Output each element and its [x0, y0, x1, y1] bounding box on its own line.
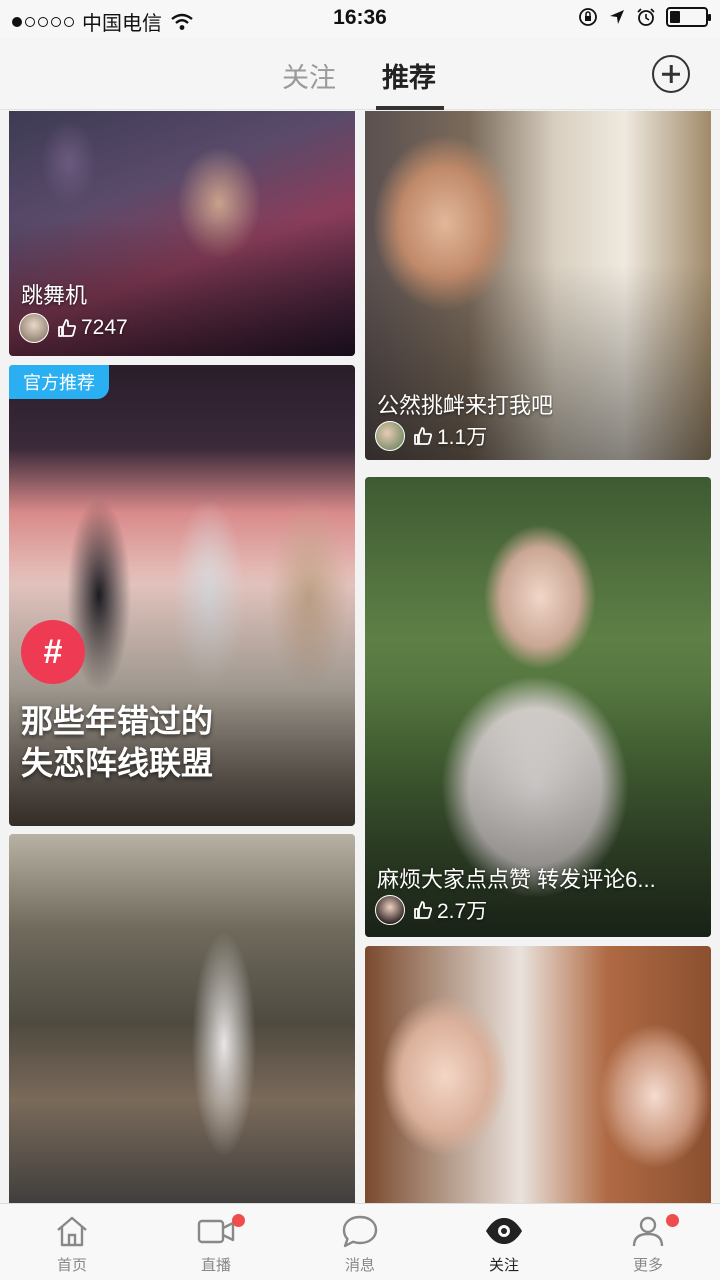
topic-title-line2: 失恋阵线联盟	[21, 745, 214, 781]
card-title: 公然挑衅来打我吧	[377, 393, 554, 418]
video-thumbnail	[9, 834, 355, 1203]
like-count: 2.7万	[413, 895, 487, 925]
topic-title-line1: 那些年错过的	[21, 703, 214, 739]
card-meta: 1.1万	[375, 421, 487, 451]
card-title: 麻烦大家点点赞 转发评论6...	[377, 867, 656, 892]
video-camera-icon	[197, 1219, 235, 1244]
card-meta: 2.7万	[375, 895, 487, 925]
video-feed[interactable]: 跳舞机 7247 公然挑衅来打我吧 1.1万 官方推荐 # 那些年错过的 失恋阵…	[0, 111, 720, 1203]
video-card-dance-machine[interactable]: 跳舞机 7247	[9, 111, 355, 356]
thumbs-up-icon	[414, 901, 433, 919]
home-icon	[57, 1216, 87, 1247]
avatar[interactable]	[19, 313, 49, 343]
like-count-value: 2.7万	[437, 900, 488, 923]
tab-label: 更多	[632, 1257, 663, 1274]
eye-icon	[486, 1218, 522, 1244]
official-recommend-badge: 官方推荐	[9, 365, 109, 399]
topic-title[interactable]: 那些年错过的 失恋阵线联盟	[21, 700, 213, 784]
tab-live[interactable]: 直播	[144, 1204, 288, 1280]
plus-circle-icon[interactable]	[652, 55, 690, 93]
status-bar: 中国电信 16:36	[0, 0, 720, 38]
tab-home[interactable]: 首页	[0, 1204, 144, 1280]
like-count: 7247	[57, 316, 128, 340]
thumbs-up-icon	[414, 427, 433, 445]
avatar[interactable]	[375, 895, 405, 925]
tab-recommend[interactable]: 推荐	[382, 56, 436, 95]
tab-label: 关注	[488, 1257, 519, 1274]
card-meta: 7247	[19, 313, 128, 343]
video-card-official-topic[interactable]: 官方推荐 # 那些年错过的 失恋阵线联盟	[9, 365, 355, 826]
like-count: 1.1万	[413, 421, 487, 451]
avatar[interactable]	[375, 421, 405, 451]
tab-label: 消息	[344, 1257, 375, 1274]
profile-icon	[632, 1216, 664, 1247]
bottom-tab-bar: 首页 直播 消息 关注 更多	[0, 1203, 720, 1280]
alarm-icon	[637, 8, 655, 26]
video-card-provoke[interactable]: 公然挑衅来打我吧 1.1万	[365, 111, 711, 460]
status-right	[578, 7, 711, 27]
hashtag-icon[interactable]: #	[21, 620, 85, 684]
video-card-ruins-dance[interactable]	[9, 834, 355, 1203]
tab-label: 直播	[200, 1257, 231, 1274]
top-navigation: 关注 推荐	[0, 38, 720, 110]
tab-follow[interactable]: 关注	[282, 56, 336, 95]
notification-dot	[232, 1214, 245, 1227]
chat-bubble-icon	[342, 1215, 378, 1248]
tab-label: 首页	[56, 1257, 87, 1274]
tab-follow-bottom[interactable]: 关注	[432, 1204, 576, 1280]
like-count-value: 1.1万	[437, 426, 488, 449]
orientation-lock-icon	[579, 8, 597, 26]
like-count-value: 7247	[81, 316, 128, 339]
tab-messages[interactable]: 消息	[288, 1204, 432, 1280]
active-tab-indicator	[376, 106, 444, 110]
video-card-likes-request[interactable]: 麻烦大家点点赞 转发评论6... 2.7万	[365, 477, 711, 937]
battery-icon	[666, 7, 711, 27]
thumbs-up-icon	[58, 319, 77, 337]
tab-more[interactable]: 更多	[576, 1204, 720, 1280]
location-arrow-icon	[610, 10, 624, 24]
notification-dot	[666, 1214, 679, 1227]
card-title: 跳舞机	[21, 283, 88, 308]
video-card-couple-selfie[interactable]	[365, 946, 711, 1203]
video-thumbnail	[365, 946, 711, 1203]
